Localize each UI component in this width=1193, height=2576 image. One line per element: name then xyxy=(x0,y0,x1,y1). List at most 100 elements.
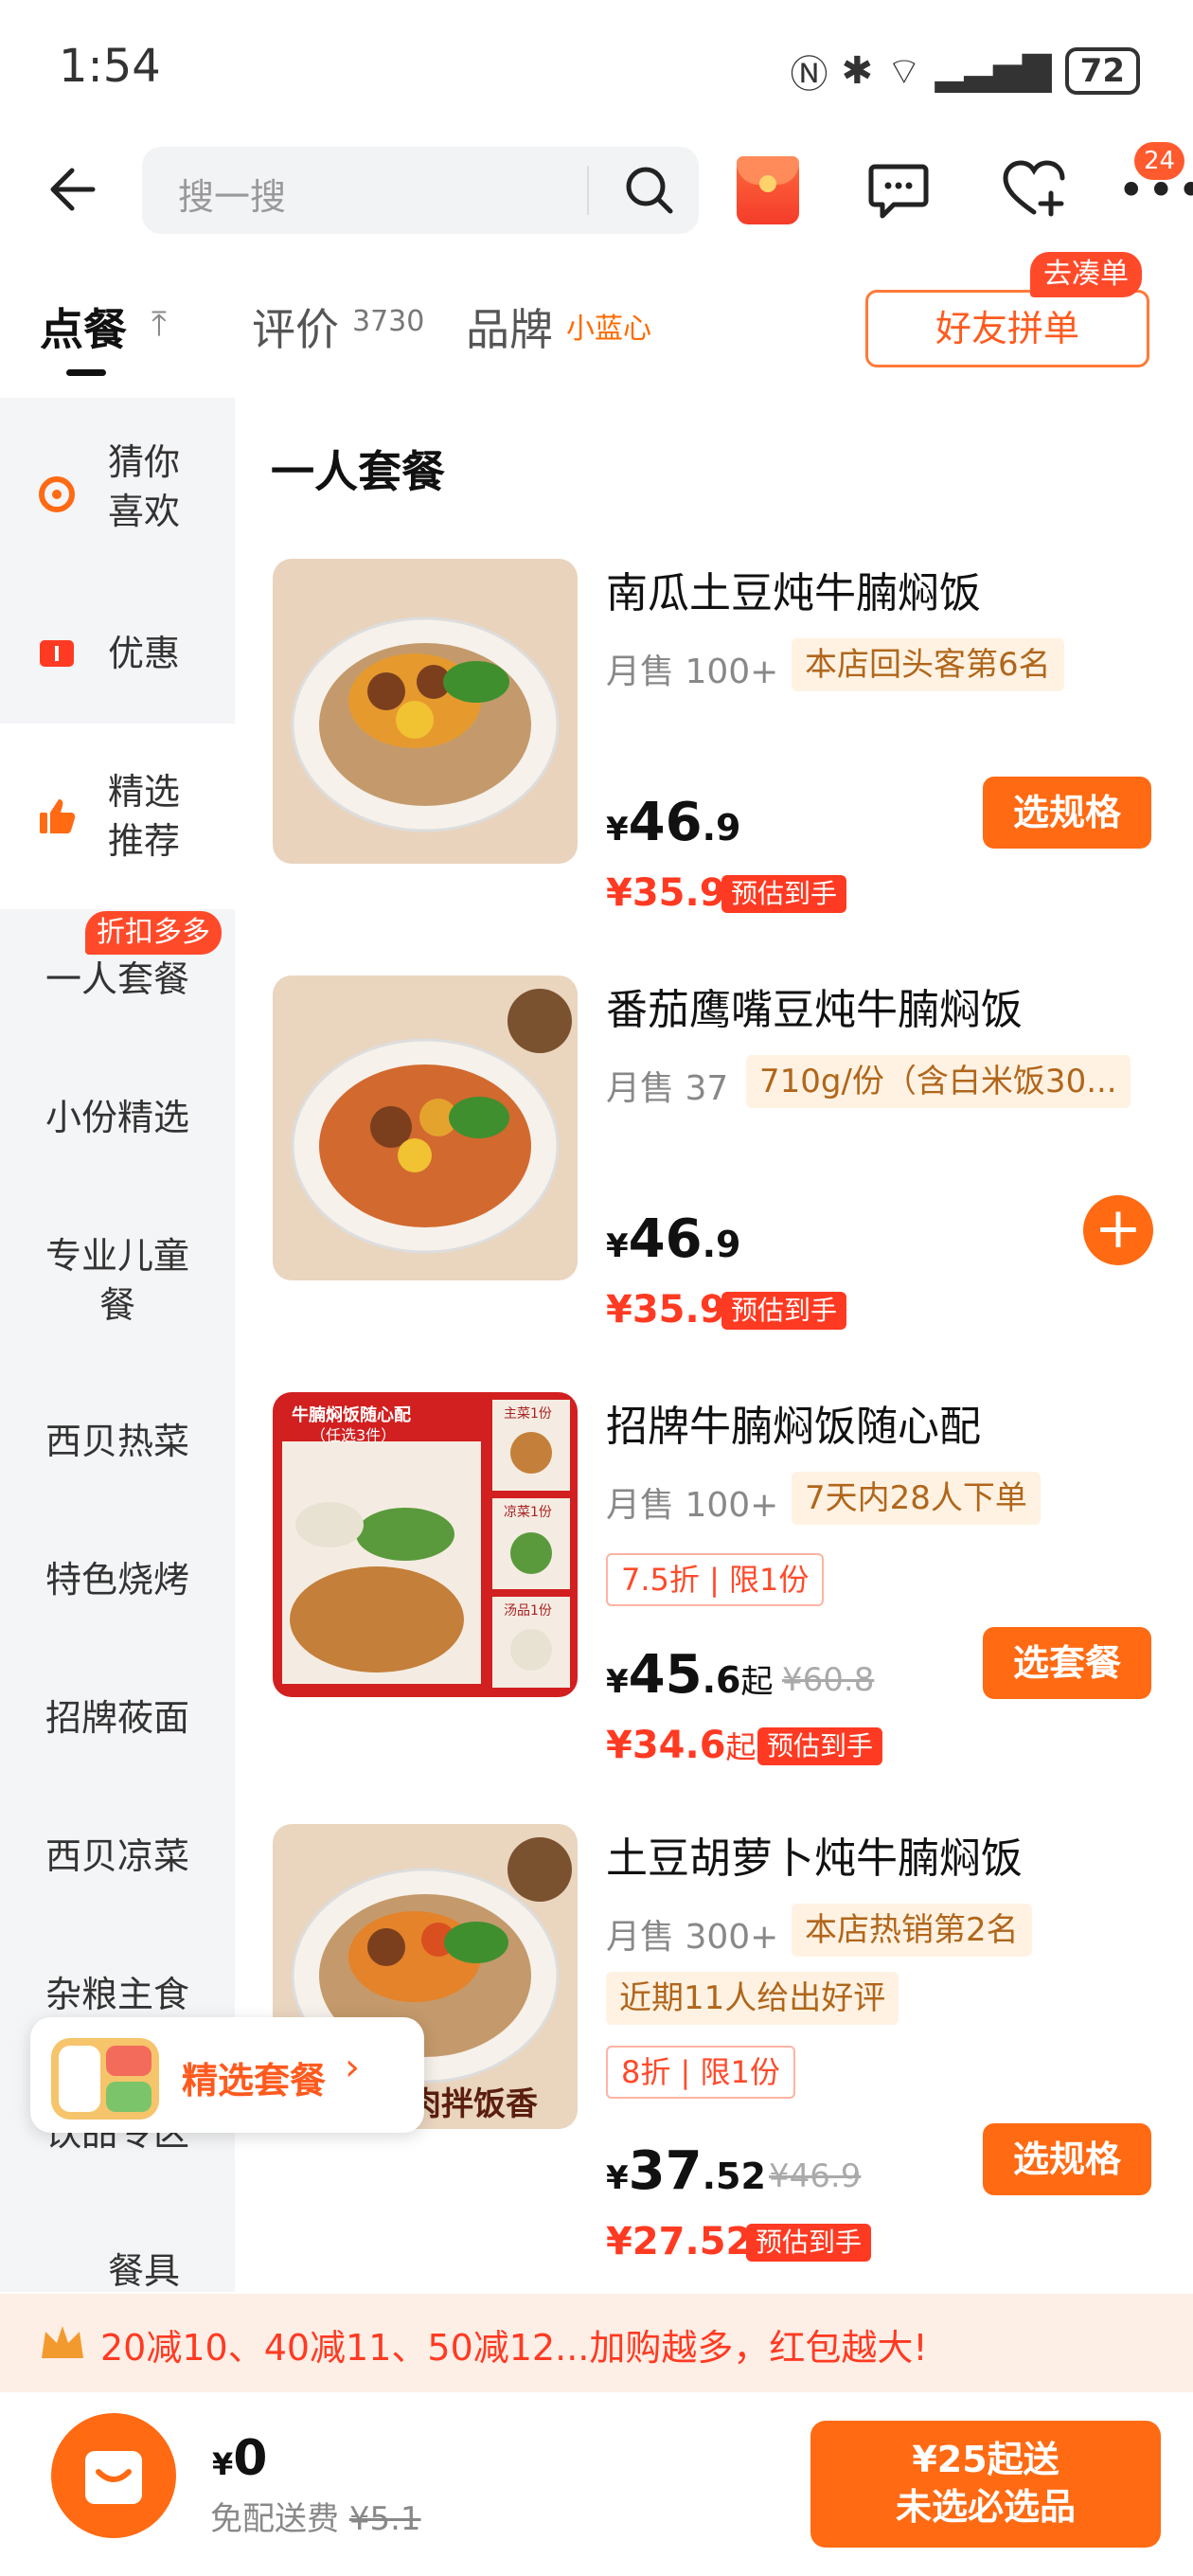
thumb-subtitle: （任选3件） xyxy=(311,1426,397,1444)
thumb-label: 主菜1份 xyxy=(504,1406,552,1422)
search-icon[interactable] xyxy=(621,162,678,219)
dish-price: ¥46.9 xyxy=(606,1208,741,1270)
dish-name[interactable]: 土豆胡萝卜炖牛腩焖饭 xyxy=(606,1824,1023,1885)
sidebar-item-staples[interactable]: 杂粮主食 xyxy=(0,1970,235,2019)
shopping-bag-icon xyxy=(85,2451,142,2504)
search-bar[interactable]: 搜一搜 xyxy=(142,147,699,234)
dish-tag: 本店热销第2名 xyxy=(792,1904,1032,1957)
dish-price: ¥45.6起 xyxy=(606,1644,774,1706)
sidebar-item-single-set[interactable]: 一人套餐 xyxy=(0,955,235,1004)
sidebar-item-label: 餐 xyxy=(98,1284,135,1326)
checkout-note: 未选必选品 xyxy=(895,2486,1076,2528)
sidebar-item-cold-dishes[interactable]: 西贝凉菜 xyxy=(0,1832,235,1881)
coupon-icon xyxy=(38,635,76,672)
dish-price: ¥46.9 xyxy=(606,792,741,853)
sidebar-item-tableware[interactable]: 餐具 xyxy=(0,2246,235,2296)
thumb-label: 汤品1份 xyxy=(504,1603,552,1619)
sidebar-item-label: 小份精选 xyxy=(45,1097,189,1138)
tab-order[interactable]: 点餐 xyxy=(40,295,127,358)
select-combo-button[interactable]: 选套餐 xyxy=(983,1627,1151,1699)
sidebar-item-discount[interactable]: 优惠 xyxy=(0,629,235,678)
dish-tag: 近期11人给出好评 xyxy=(606,1972,899,2025)
estimated-price: ¥27.52 xyxy=(606,2220,753,2263)
tab-brand[interactable]: 品牌 xyxy=(466,295,553,358)
original-price: ¥46.9 xyxy=(769,2157,862,2195)
notification-badge: 24 xyxy=(1134,142,1185,180)
dish-sales: 月售 100+ xyxy=(606,1486,779,1525)
sidebar-item-recommend[interactable]: 精选 推荐 xyxy=(0,767,235,866)
discount-tag: 7.5折 | 限1份 xyxy=(606,1553,825,1606)
dish-sales: 月售 100+ xyxy=(606,653,779,691)
sidebar-item-label: 招牌莜面 xyxy=(45,1697,189,1739)
select-spec-button[interactable]: 选规格 xyxy=(983,777,1151,849)
sidebar-item-label: 一人套餐 xyxy=(45,958,189,1000)
sidebar-item-guess[interactable]: 猜你 喜欢 xyxy=(0,438,235,536)
estimated-label: 预估到手 xyxy=(721,1292,847,1330)
select-spec-button[interactable]: 选规格 xyxy=(983,2123,1151,2195)
dish-image[interactable] xyxy=(273,559,578,864)
dish-image[interactable] xyxy=(273,975,578,1280)
crown-icon xyxy=(42,2326,83,2358)
dish-tag: 7天内28人下单 xyxy=(792,1472,1041,1525)
dish-image[interactable]: 牛腩焖饭随心配 （任选3件） 主菜1份 凉菜1份 汤品1份 xyxy=(273,1392,578,1697)
chat-icon[interactable] xyxy=(867,161,930,220)
sidebar-item-label: 专业儿童 xyxy=(45,1235,189,1277)
dish-name[interactable]: 番茄鹰嘴豆炖牛腩焖饭 xyxy=(606,975,1023,1036)
estimated-label: 预估到手 xyxy=(757,1727,883,1765)
sidebar-item-label: 餐具 xyxy=(107,2250,180,2292)
sidebar-item-kids-meal[interactable]: 专业儿童餐 xyxy=(0,1231,235,1330)
red-packet-icon[interactable] xyxy=(737,156,799,224)
group-order-button[interactable]: 好友拼单 xyxy=(865,290,1149,367)
dish-sales: 月售 300+ xyxy=(606,1918,779,1957)
add-to-cart-button[interactable]: + xyxy=(1083,1195,1153,1265)
checkout-min: ¥25起送 xyxy=(912,2439,1059,2480)
dish-name[interactable]: 南瓜土豆炖牛腩焖饭 xyxy=(606,559,981,619)
thumbs-up-icon xyxy=(38,797,76,835)
tab-indicator xyxy=(66,369,106,376)
favorite-add-icon[interactable] xyxy=(1002,159,1066,220)
sidebar-item-bbq[interactable]: 特色烧烤 xyxy=(0,1555,235,1604)
scroll-top-icon[interactable]: ⤒ xyxy=(151,305,167,345)
dish-name[interactable]: 招牌牛腩焖饭随心配 xyxy=(606,1392,981,1453)
sidebar-item-label: 喜欢 xyxy=(107,491,180,532)
dish-illustration xyxy=(291,617,560,832)
promo-banner[interactable]: 20减10、40减11、50减12...加购越多，红包越大! xyxy=(0,2294,1193,2392)
dish-price: ¥37.52 xyxy=(606,2140,766,2202)
signal-icon: ▂▃▅▇ xyxy=(935,49,1052,93)
featured-set-label: 精选套餐 xyxy=(182,2060,327,2102)
discount-tag: 8折 | 限1份 xyxy=(606,2046,795,2099)
sidebar-item-small-portion[interactable]: 小份精选 xyxy=(0,1093,235,1142)
sidebar-badge: 折扣多多 xyxy=(85,911,222,955)
thumb-label: 凉菜1份 xyxy=(504,1505,552,1520)
wifi-icon: ⌔ xyxy=(886,50,922,94)
chevron-right-icon: › xyxy=(345,2046,360,2089)
clock: 1:54 xyxy=(59,40,161,93)
sidebar-item-label: 杂粮主食 xyxy=(45,1974,189,2015)
estimated-price: ¥34.6起 xyxy=(606,1724,757,1767)
tab-review[interactable]: 评价 xyxy=(252,295,339,358)
group-order-badge: 去凑单 xyxy=(1030,252,1142,297)
dish-tag: 710g/份（含白米饭30... xyxy=(746,1055,1131,1108)
sidebar-item-label: 精选 xyxy=(107,771,180,813)
estimated-label: 预估到手 xyxy=(721,875,847,913)
dish-sales: 月售 37 xyxy=(606,1069,729,1108)
cart-total: ¥0 xyxy=(212,2430,268,2487)
more-icon[interactable]: ••• xyxy=(1117,167,1193,214)
sidebar-item-hot-dishes[interactable]: 西贝热菜 xyxy=(0,1417,235,1466)
status-icons: Ⓝ ✱ ⌔ ▂▃▅▇ 72 xyxy=(791,44,1140,98)
sidebar-item-label: 推荐 xyxy=(107,820,180,862)
battery-icon: 72 xyxy=(1064,47,1140,95)
checkout-button[interactable]: ¥25起送 未选必选品 xyxy=(810,2421,1161,2548)
sidebar-item-noodles[interactable]: 招牌莜面 xyxy=(0,1693,235,1743)
sidebar-item-label: 优惠 xyxy=(107,633,180,674)
sidebar-item-label: 西贝热菜 xyxy=(45,1421,189,1462)
back-arrow-icon[interactable] xyxy=(45,161,102,218)
section-title: 一人套餐 xyxy=(271,446,445,497)
dish-tag: 本店回头客第6名 xyxy=(792,638,1064,691)
cart-button[interactable] xyxy=(51,2413,176,2538)
promo-text: 20减10、40减11、50减12...加购越多，红包越大! xyxy=(100,2327,928,2369)
eye-icon xyxy=(38,475,76,513)
original-price: ¥60.8 xyxy=(782,1661,875,1699)
delivery-fee: 免配送费 ¥5.1 xyxy=(210,2500,421,2538)
featured-set-card[interactable]: 精选套餐 › xyxy=(30,2017,424,2133)
